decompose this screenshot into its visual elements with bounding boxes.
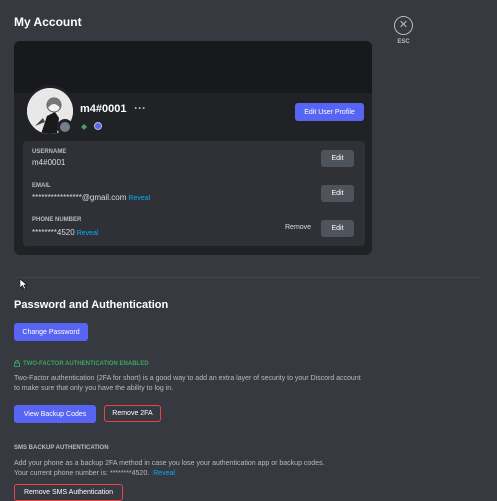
- status-indicator: [57, 119, 73, 135]
- sms-backup-header: SMS BACKUP AUTHENTICATION: [14, 445, 109, 451]
- section-divider: [14, 277, 482, 278]
- account-info-box: USERNAME m4#0001 Edit EMAIL ************…: [23, 141, 365, 246]
- tfa-enabled-header: TWO-FACTOR AUTHENTICATION ENABLED: [14, 360, 149, 367]
- email-value: ****************@gmail.com: [32, 193, 127, 202]
- phone-field: ********4520 Reveal: [32, 228, 99, 237]
- lock-icon: [14, 360, 20, 367]
- edit-user-profile-button[interactable]: Edit User Profile: [295, 103, 364, 121]
- profile-banner: [14, 41, 372, 93]
- email-label: EMAIL: [32, 183, 51, 189]
- more-icon[interactable]: ···: [134, 101, 146, 115]
- username-label: USERNAME: [32, 149, 67, 155]
- remove-sms-authentication-button[interactable]: Remove SMS Authentication: [14, 484, 123, 501]
- edit-phone-button[interactable]: Edit: [321, 220, 354, 237]
- edit-email-button[interactable]: Edit: [321, 185, 354, 202]
- sms-description-line1: Add your phone as a backup 2FA method in…: [14, 460, 325, 467]
- remove-2fa-button[interactable]: Remove 2FA: [104, 405, 161, 422]
- nitro-badge-icon[interactable]: [94, 122, 102, 130]
- tfa-description-line2: to make sure that only you have the abil…: [14, 385, 174, 392]
- tfa-description-line1: Two-Factor authentication (2FA for short…: [14, 375, 361, 382]
- account-card: m4#0001 ··· ◆ Edit User Profile USERNAME…: [14, 41, 372, 255]
- sms-phone-text: Your current phone number is: ********45…: [14, 470, 150, 477]
- edit-username-button[interactable]: Edit: [321, 150, 354, 167]
- change-password-button[interactable]: Change Password: [14, 323, 88, 341]
- profile-username: m4#0001: [80, 103, 127, 115]
- esc-label: ESC: [397, 39, 410, 45]
- view-backup-codes-button[interactable]: View Backup Codes: [14, 405, 96, 423]
- tfa-enabled-label: TWO-FACTOR AUTHENTICATION ENABLED: [23, 360, 149, 367]
- close-icon[interactable]: ✕: [394, 16, 413, 35]
- reveal-phone-link[interactable]: Reveal: [77, 230, 99, 237]
- phone-label: PHONE NUMBER: [32, 217, 82, 223]
- email-field: ****************@gmail.com Reveal: [32, 193, 150, 202]
- section-title-password: Password and Authentication: [14, 299, 169, 311]
- username-value: m4#0001: [32, 158, 66, 167]
- phone-value: ********4520: [32, 228, 75, 237]
- hypesquad-badge-icon[interactable]: ◆: [81, 122, 87, 131]
- reveal-email-link[interactable]: Reveal: [128, 195, 150, 202]
- reveal-sms-phone-link[interactable]: Reveal: [153, 470, 175, 477]
- sms-description-line2: Your current phone number is: ********45…: [14, 469, 175, 479]
- remove-phone-link[interactable]: Remove: [285, 224, 311, 231]
- close-control[interactable]: ✕ ESC: [393, 16, 414, 45]
- page-title: My Account: [14, 15, 82, 29]
- cursor-icon: [20, 279, 28, 289]
